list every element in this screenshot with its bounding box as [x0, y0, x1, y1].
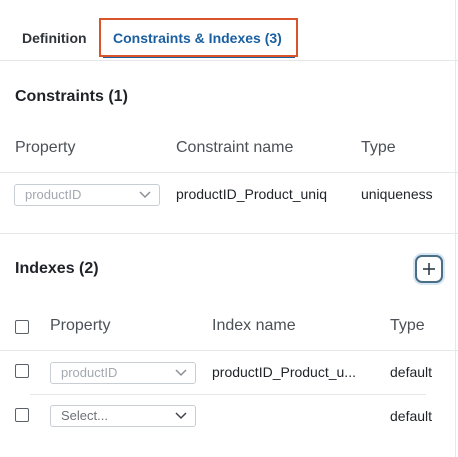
index-row-checkbox[interactable] — [15, 408, 29, 422]
chevron-down-icon — [175, 369, 187, 377]
index-type-value: default — [390, 408, 433, 424]
constraint-type-value: uniqueness — [361, 186, 433, 202]
constraints-name-header: Constraint name — [176, 139, 294, 156]
indexes-type-header: Type — [390, 317, 425, 334]
indexes-name-header: Index name — [212, 317, 296, 334]
constraint-property-value: productID — [25, 187, 82, 202]
constraints-property-header: Property — [15, 139, 76, 156]
tab-bar: Definition Constraints & Indexes (3) — [0, 0, 458, 61]
index-property-select[interactable]: productID — [50, 362, 196, 384]
index-editor-panel: Definition Constraints & Indexes (3) Con… — [0, 0, 458, 457]
indexes-title: Indexes (2) — [15, 260, 99, 277]
select-all-checkbox[interactable] — [15, 320, 29, 334]
index-row-divider — [30, 394, 426, 395]
constraints-title: Constraints (1) — [15, 88, 128, 105]
index-property-select[interactable]: Select... — [50, 405, 196, 427]
indexes-property-header: Property — [50, 317, 111, 334]
panel-right-border — [455, 0, 456, 457]
tab-constraints-indexes[interactable]: Constraints & Indexes (3) — [113, 30, 282, 46]
active-tab-indicator — [103, 55, 295, 58]
constraint-property-select[interactable]: productID — [14, 184, 160, 206]
index-property-value: productID — [61, 365, 118, 380]
section-divider — [0, 233, 458, 234]
index-type-value: default — [390, 364, 433, 380]
tab-definition[interactable]: Definition — [22, 30, 87, 46]
chevron-down-icon — [175, 412, 187, 420]
constraints-type-header: Type — [361, 139, 396, 156]
index-name-value: productID_Product_u... — [212, 364, 356, 380]
constraints-header-divider — [0, 172, 458, 173]
plus-icon — [423, 263, 435, 275]
indexes-header-divider — [0, 350, 458, 351]
index-property-value: Select... — [61, 408, 108, 423]
chevron-down-icon — [139, 191, 151, 199]
index-row-checkbox[interactable] — [15, 364, 29, 378]
add-index-button[interactable] — [415, 255, 443, 283]
constraint-name-value: productID_Product_uniq — [176, 186, 327, 202]
